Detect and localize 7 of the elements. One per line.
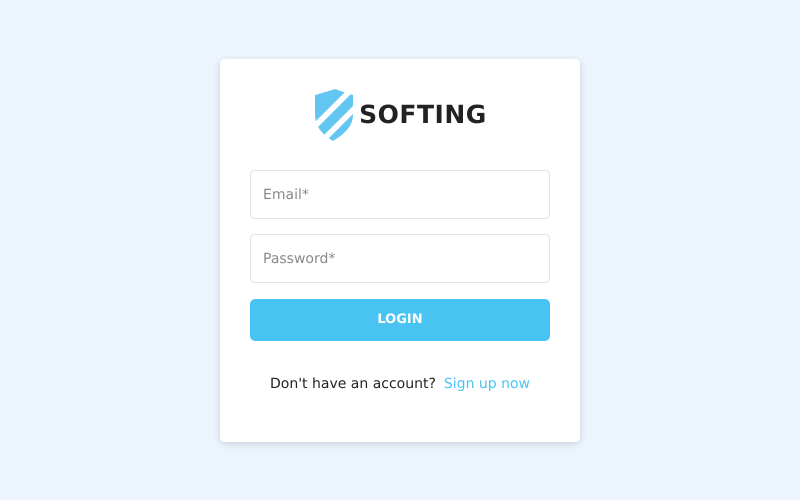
signup-link[interactable]: Sign up now	[444, 374, 530, 395]
input-field[interactable]: Password*	[250, 234, 550, 283]
shield-icon	[313, 89, 356, 141]
login-button[interactable]: LOGIN	[250, 299, 550, 341]
signup-prompt: Don't have an account?	[270, 375, 436, 394]
logo-text: SOFTING	[359, 99, 487, 132]
input-field[interactable]: Email*	[250, 170, 550, 219]
